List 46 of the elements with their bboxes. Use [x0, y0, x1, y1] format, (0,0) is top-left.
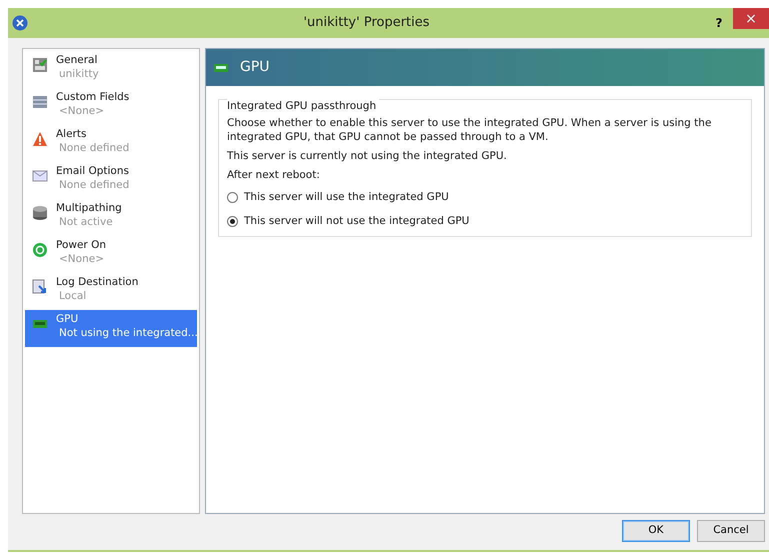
description-text: Choose whether to enable this server to use the integrated GPU. When a server is using the integrated GPU, that GPU cannot be passed through to a VM. — [227, 116, 712, 144]
general-icon — [32, 57, 48, 73]
sidebar-item[interactable]: GPU Not using the integrated... — [25, 310, 197, 347]
sidebar-item[interactable]: Email Options None defined — [25, 162, 197, 199]
power-icon — [32, 242, 48, 258]
window-title: 'unikitty' Properties — [302, 14, 431, 32]
list-icon — [32, 94, 48, 110]
sidebar-item[interactable]: Log Destination Local — [25, 273, 197, 310]
close-button[interactable]: × — [733, 8, 769, 29]
help-button[interactable]: ? — [705, 14, 733, 32]
item-label: Alerts — [56, 128, 88, 141]
envelope-icon — [32, 168, 48, 184]
item-label: Multipathing — [56, 202, 122, 215]
item-status: <None> — [58, 104, 105, 118]
sidebar-item[interactable]: Custom Fields <None> — [25, 88, 197, 125]
radio-button[interactable] — [227, 216, 238, 227]
dialog-button[interactable]: OK — [622, 520, 690, 542]
item-status: unikitty — [58, 67, 99, 81]
sidebar-item[interactable]: Power On <None> — [25, 236, 197, 273]
disk-icon — [32, 205, 48, 221]
item-label: GPU — [56, 313, 80, 326]
sidebar-item[interactable]: Alerts None defined — [25, 125, 197, 162]
panel-title: GPU — [240, 58, 270, 77]
item-label: General — [56, 54, 98, 67]
item-label: Email Options — [56, 165, 130, 178]
item-status: Local — [58, 289, 88, 303]
description-text: This server is currently not using the integrated GPU. — [227, 148, 508, 163]
dialog-button[interactable]: Cancel — [697, 520, 765, 542]
item-status: None defined — [58, 178, 130, 192]
item-label: Custom Fields — [56, 91, 130, 104]
log-icon — [32, 279, 48, 295]
item-label: Log Destination — [56, 276, 138, 289]
radio-label: This server will use the integrated GPU — [244, 190, 449, 205]
radio-button[interactable] — [227, 192, 238, 204]
sidebar-item[interactable]: Multipathing Not active — [25, 199, 197, 236]
item-label: Power On — [56, 239, 106, 252]
item-status: Not using the integrated... — [58, 326, 198, 340]
sidebar-item[interactable]: General unikitty — [25, 51, 197, 88]
item-status: <None> — [58, 252, 105, 266]
gpu-icon — [214, 64, 228, 72]
item-status: Not active — [58, 215, 114, 229]
app-icon — [12, 15, 28, 31]
item-status: None defined — [58, 141, 130, 155]
radio-label: This server will not use the integrated GPU — [244, 214, 470, 228]
warning-icon — [32, 131, 48, 147]
description-text: After next reboot: — [227, 168, 321, 182]
